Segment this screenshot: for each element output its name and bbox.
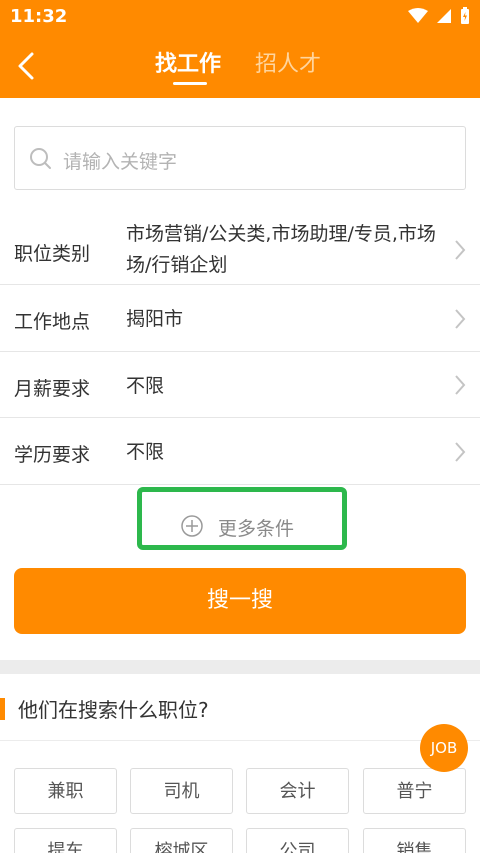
search-input[interactable]: 请输入关键字 <box>14 126 466 190</box>
back-button[interactable] <box>8 46 48 86</box>
job-fab-button[interactable]: JOB <box>420 724 468 772</box>
filter-row-salary[interactable]: 月薪要求 不限 <box>0 352 480 418</box>
filter-value: 不限 <box>126 441 165 463</box>
plus-circle-icon <box>181 515 203 537</box>
status-bar: 11:32 <box>0 0 480 34</box>
battery-icon <box>461 7 469 24</box>
tag-item[interactable]: 会计 <box>246 768 349 814</box>
section-divider <box>0 660 480 674</box>
tag-item[interactable]: 榕城区 <box>130 828 233 853</box>
filter-value-line1: 市场营销/公关类,市场助理/专员,市场 <box>126 223 436 245</box>
chevron-right-icon <box>455 240 466 260</box>
signal-icon <box>437 9 451 23</box>
tag-item[interactable]: 销售 <box>363 828 466 853</box>
tab-find-job[interactable]: 找工作 <box>155 46 221 78</box>
filter-row-education[interactable]: 学历要求 不限 <box>0 418 480 485</box>
more-conditions-button[interactable]: 更多条件 <box>137 487 347 550</box>
tag-item[interactable]: 公司 <box>246 828 349 853</box>
filter-value: 不限 <box>126 375 165 397</box>
filter-label: 工作地点 <box>14 311 91 333</box>
search-icon <box>30 148 51 169</box>
status-time: 11:32 <box>10 6 68 27</box>
filter-row-location[interactable]: 工作地点 揭阳市 <box>0 285 480 352</box>
status-icons <box>408 7 470 25</box>
divider <box>0 740 480 741</box>
filter-label: 职位类别 <box>14 243 91 265</box>
search-button[interactable]: 搜一搜 <box>14 568 466 634</box>
search-placeholder: 请输入关键字 <box>63 151 178 173</box>
back-arrow-icon <box>18 52 34 80</box>
tab-find-talent[interactable]: 招人才 <box>255 46 321 78</box>
filter-label: 学历要求 <box>14 444 91 466</box>
tag-item[interactable]: 普宁 <box>363 768 466 814</box>
filter-label: 月薪要求 <box>14 378 91 400</box>
popular-searches-header: 他们在搜索什么职位? <box>0 690 480 740</box>
tag-item[interactable]: 提车 <box>14 828 117 853</box>
more-conditions-label: 更多条件 <box>218 518 295 540</box>
chevron-right-icon <box>455 309 466 329</box>
chevron-right-icon <box>455 442 466 462</box>
section-accent-bar <box>0 698 5 720</box>
active-tab-indicator <box>173 82 207 85</box>
filter-value: 揭阳市 <box>126 308 184 330</box>
tag-item[interactable]: 司机 <box>130 768 233 814</box>
chevron-right-icon <box>455 375 466 395</box>
tag-item[interactable]: 兼职 <box>14 768 117 814</box>
wifi-icon <box>408 8 428 23</box>
filter-value-line2: 场/行销企划 <box>126 254 228 276</box>
section-title: 他们在搜索什么职位? <box>18 698 209 722</box>
app-header: 找工作 招人才 <box>0 34 480 98</box>
filter-row-job-category[interactable]: 职位类别 市场营销/公关类,市场助理/专员,市场 场/行销企划 <box>0 212 480 285</box>
